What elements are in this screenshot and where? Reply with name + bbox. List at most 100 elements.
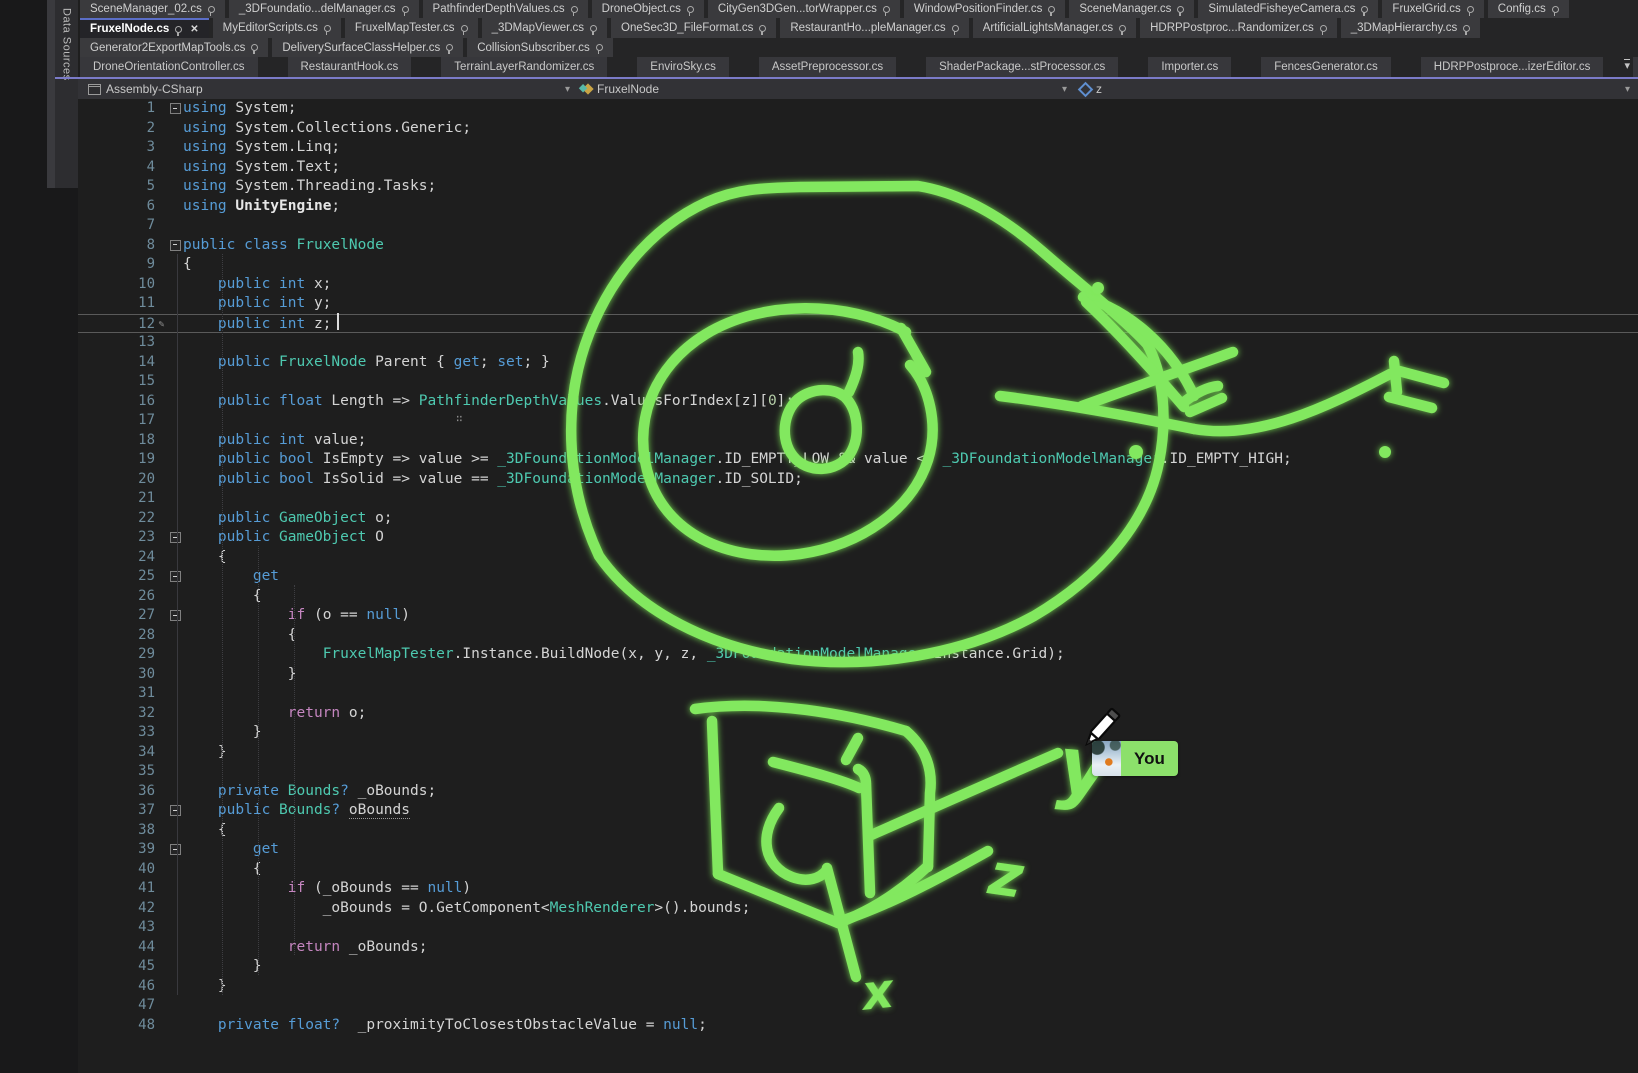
code-line-48[interactable]: 48 private float? _proximityToClosestObs… bbox=[78, 1016, 1638, 1036]
type-dropdown[interactable]: FruxelNode bbox=[584, 79, 659, 99]
code-line-33[interactable]: 33 } bbox=[78, 723, 1638, 743]
tab-fruxelmaptester-cs[interactable]: FruxelMapTester.cs bbox=[345, 18, 478, 38]
pin-icon[interactable] bbox=[1467, 6, 1474, 13]
code-line-31[interactable]: 31 bbox=[78, 684, 1638, 704]
tab-windowpositionfinder-cs[interactable]: WindowPositionFinder.cs bbox=[904, 0, 1065, 18]
tab-restauranthook-cs[interactable]: RestaurantHook.cs bbox=[288, 57, 412, 77]
code-line-1[interactable]: 1using System; bbox=[78, 99, 1638, 119]
code-line-35[interactable]: 35 bbox=[78, 762, 1638, 782]
pin-icon[interactable] bbox=[446, 44, 453, 51]
tab-simulatedfisheyecamera-cs[interactable]: SimulatedFisheyeCamera.cs bbox=[1198, 0, 1378, 18]
code-line-32[interactable]: 32 return o; bbox=[78, 704, 1638, 724]
code-line-36[interactable]: 36 private Bounds? _oBounds; bbox=[78, 782, 1638, 802]
code-line-47[interactable]: 47 bbox=[78, 996, 1638, 1016]
tab-hdrppostproc-randomizer-cs[interactable]: HDRPPostproc...Randomizer.cs bbox=[1140, 18, 1337, 38]
code-line-37[interactable]: 37 public Bounds? oBounds bbox=[78, 801, 1638, 821]
code-line-17[interactable]: 17 bbox=[78, 411, 1638, 431]
code-line-28[interactable]: 28 { bbox=[78, 626, 1638, 646]
code-line-20[interactable]: 20 public bool IsSolid => value == _3DFo… bbox=[78, 470, 1638, 490]
pin-icon[interactable] bbox=[1177, 6, 1184, 13]
fold-marker[interactable] bbox=[168, 528, 183, 548]
code-line-15[interactable]: 15 bbox=[78, 372, 1638, 392]
tab--3dmapviewer-cs[interactable]: _3DMapViewer.cs bbox=[482, 18, 607, 38]
code-line-25[interactable]: 25 get bbox=[78, 567, 1638, 587]
tab-restaurantho-plemanager-cs[interactable]: RestaurantHo...pleManager.cs bbox=[780, 18, 968, 38]
code-line-2[interactable]: 2using System.Collections.Generic; bbox=[78, 119, 1638, 139]
tab-importer-cs[interactable]: Importer.cs bbox=[1148, 57, 1231, 77]
tab--3dfoundatio-delmanager-cs[interactable]: _3DFoundatio...delManager.cs bbox=[229, 0, 419, 18]
pin-icon[interactable] bbox=[324, 25, 331, 32]
pin-icon[interactable] bbox=[1119, 25, 1126, 32]
close-icon[interactable]: ✕ bbox=[190, 24, 198, 35]
pin-icon[interactable] bbox=[883, 6, 890, 13]
pin-icon[interactable] bbox=[208, 6, 215, 13]
code-line-19[interactable]: 19 public bool IsEmpty => value >= _3DFo… bbox=[78, 450, 1638, 470]
pin-icon[interactable] bbox=[590, 25, 597, 32]
tab-shaderpackage-stprocessor-cs[interactable]: ShaderPackage...stProcessor.cs bbox=[926, 57, 1118, 77]
tab-myeditorscripts-cs[interactable]: MyEditorScripts.cs bbox=[213, 18, 341, 38]
code-line-43[interactable]: 43 bbox=[78, 918, 1638, 938]
tab-generator2exportmaptools-cs[interactable]: Generator2ExportMapTools.cs bbox=[80, 38, 268, 57]
tab-envirosky-cs[interactable]: EnviroSky.cs bbox=[637, 57, 729, 77]
code-line-38[interactable]: 38 { bbox=[78, 821, 1638, 841]
code-editor[interactable]: 1using System;2using System.Collections.… bbox=[78, 99, 1638, 1073]
code-line-27[interactable]: 27 if (o == null) bbox=[78, 606, 1638, 626]
tab-terrainlayerrandomizer-cs[interactable]: TerrainLayerRandomizer.cs bbox=[441, 57, 607, 77]
fold-marker[interactable] bbox=[168, 236, 183, 256]
pin-icon[interactable] bbox=[1361, 6, 1368, 13]
pin-icon[interactable] bbox=[1048, 6, 1055, 13]
code-line-6[interactable]: 6using UnityEngine; bbox=[78, 197, 1638, 217]
pin-icon[interactable] bbox=[759, 25, 766, 32]
code-line-5[interactable]: 5using System.Threading.Tasks; bbox=[78, 177, 1638, 197]
data-sources-vertical-tab[interactable]: Data Sources bbox=[55, 0, 78, 188]
rail-scrollbar[interactable] bbox=[47, 0, 55, 188]
tab-onesec3d-fileformat-cs[interactable]: OneSec3D_FileFormat.cs bbox=[611, 18, 776, 38]
code-line-8[interactable]: 8public class FruxelNode bbox=[78, 236, 1638, 256]
tab-scenemanager-cs[interactable]: SceneManager.cs bbox=[1069, 0, 1194, 18]
fold-marker[interactable] bbox=[168, 99, 183, 119]
pin-icon[interactable] bbox=[596, 44, 603, 51]
tab-fruxelnode-cs[interactable]: FruxelNode.cs✕ bbox=[80, 18, 209, 38]
pin-icon[interactable] bbox=[461, 25, 468, 32]
code-line-12[interactable]: 12✎ public int z; bbox=[78, 314, 1638, 334]
code-line-14[interactable]: 14 public FruxelNode Parent { get; set; … bbox=[78, 353, 1638, 373]
fold-marker[interactable] bbox=[168, 801, 183, 821]
pin-icon[interactable] bbox=[687, 6, 694, 13]
code-line-46[interactable]: 46 } bbox=[78, 977, 1638, 997]
tab-hdrppostproce-izereditor-cs[interactable]: HDRPPostproce...izerEditor.cs bbox=[1421, 57, 1604, 77]
tab-droneobject-cs[interactable]: DroneObject.cs bbox=[592, 0, 704, 18]
tab-artificiallightsmanager-cs[interactable]: ArtificialLightsManager.cs bbox=[973, 18, 1136, 38]
tab--3dmaphierarchy-cs[interactable]: _3DMapHierarchy.cs bbox=[1341, 18, 1481, 38]
code-line-29[interactable]: 29 FruxelMapTester.Instance.BuildNode(x,… bbox=[78, 645, 1638, 665]
tab-citygen3dgen-torwrapper-cs[interactable]: CityGen3DGen...torWrapper.cs bbox=[708, 0, 900, 18]
tab-fencesgenerator-cs[interactable]: FencesGenerator.cs bbox=[1261, 57, 1391, 77]
code-line-41[interactable]: 41 if (_oBounds == null) bbox=[78, 879, 1638, 899]
code-line-11[interactable]: 11 public int y; bbox=[78, 294, 1638, 314]
tab-droneorientationcontroller-cs[interactable]: DroneOrientationController.cs bbox=[80, 57, 258, 77]
pin-icon[interactable] bbox=[571, 6, 578, 13]
tab-overflow-icon[interactable]: ▾ bbox=[1624, 59, 1630, 73]
tab-scenemanager-02-cs[interactable]: SceneManager_02.cs bbox=[80, 0, 225, 18]
member-dropdown-caret[interactable]: ▾ bbox=[1062, 79, 1067, 99]
tab-assetpreprocessor-cs[interactable]: AssetPreprocessor.cs bbox=[759, 57, 896, 77]
code-line-3[interactable]: 3using System.Linq; bbox=[78, 138, 1638, 158]
pin-icon[interactable] bbox=[251, 44, 258, 51]
code-line-34[interactable]: 34 } bbox=[78, 743, 1638, 763]
code-line-26[interactable]: 26 { bbox=[78, 587, 1638, 607]
code-line-13[interactable]: 13 bbox=[78, 333, 1638, 353]
pin-icon[interactable] bbox=[1552, 6, 1559, 13]
fold-marker[interactable] bbox=[168, 567, 183, 587]
pin-icon[interactable] bbox=[952, 25, 959, 32]
code-line-7[interactable]: 7 bbox=[78, 216, 1638, 236]
code-line-22[interactable]: 22 public GameObject o; bbox=[78, 509, 1638, 529]
code-line-16[interactable]: 16 public float Length => PathfinderDept… bbox=[78, 392, 1638, 412]
tab-collisionsubscriber-cs[interactable]: CollisionSubscriber.cs bbox=[467, 38, 613, 57]
project-dropdown-caret[interactable]: ▾ bbox=[565, 79, 570, 99]
code-line-9[interactable]: 9{ bbox=[78, 255, 1638, 275]
pin-icon[interactable] bbox=[1320, 25, 1327, 32]
code-line-45[interactable]: 45 } bbox=[78, 957, 1638, 977]
pin-icon[interactable] bbox=[175, 26, 182, 33]
fold-marker[interactable] bbox=[168, 606, 183, 626]
code-line-40[interactable]: 40 { bbox=[78, 860, 1638, 880]
navbar-overflow-caret[interactable]: ▾ bbox=[1625, 79, 1630, 99]
